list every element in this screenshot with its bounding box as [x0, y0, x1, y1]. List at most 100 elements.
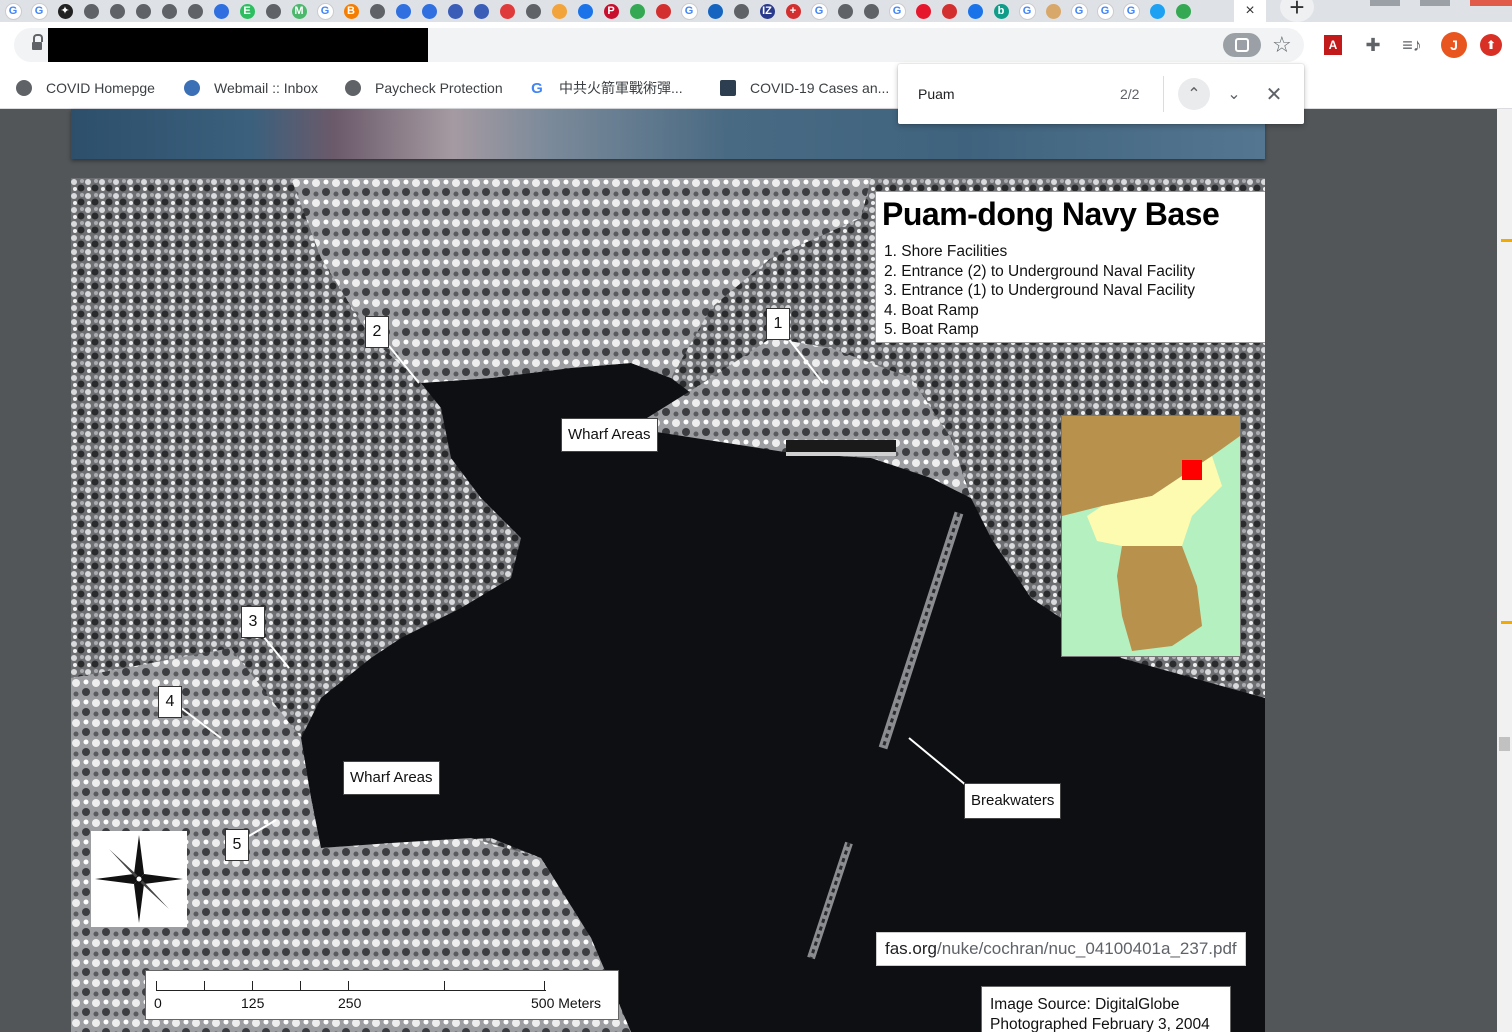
- tab-evernote-icon[interactable]: E: [234, 0, 260, 22]
- tab-iz-icon[interactable]: IZ: [754, 0, 780, 22]
- tab-google-icon[interactable]: G: [676, 0, 702, 22]
- tab-globe-icon[interactable]: [104, 0, 130, 22]
- tab-globe-icon[interactable]: [728, 0, 754, 22]
- find-in-page-icon[interactable]: [1223, 33, 1261, 57]
- bookmark-star-icon[interactable]: ☆: [1272, 32, 1292, 58]
- tab-blue-icon[interactable]: [962, 0, 988, 22]
- lock-icon[interactable]: [32, 34, 43, 51]
- tab-weibo-icon[interactable]: [910, 0, 936, 22]
- legend-item: 4. Boat Ramp: [884, 301, 979, 319]
- tab-blue-icon[interactable]: [572, 0, 598, 22]
- tab-globe-icon[interactable]: [156, 0, 182, 22]
- bookmark-label: COVID Homepge: [46, 80, 155, 96]
- tab-google-icon[interactable]: G: [884, 0, 910, 22]
- tab-globe-icon[interactable]: [858, 0, 884, 22]
- bookmark-covid-cases[interactable]: COVID-19 Cases an...: [720, 68, 889, 108]
- tab-b-icon[interactable]: b: [988, 0, 1014, 22]
- scale-label: 500 Meters: [531, 995, 602, 1011]
- bookmark-covid-homepage[interactable]: COVID Homepge: [16, 68, 155, 108]
- tab-google-icon[interactable]: G: [1066, 0, 1092, 22]
- label-wharf-areas-lower: Wharf Areas: [343, 761, 440, 795]
- update-icon[interactable]: ⬆: [1480, 34, 1502, 56]
- tab-globe-icon[interactable]: [78, 0, 104, 22]
- scale-label: 125: [241, 995, 265, 1011]
- tab-twitter-icon[interactable]: [1144, 0, 1170, 22]
- profile-avatar[interactable]: J: [1441, 32, 1467, 58]
- tab-google-icon[interactable]: G: [312, 0, 338, 22]
- acrobat-extension-icon[interactable]: A: [1322, 34, 1344, 56]
- active-tab-close-button[interactable]: ×: [1234, 0, 1266, 22]
- marker-3: 3: [241, 606, 265, 638]
- tab-pin-icon[interactable]: [494, 0, 520, 22]
- globe-icon: [345, 80, 361, 96]
- image-source-caption: Image Source: DigitalGlobe Photographed …: [981, 986, 1231, 1032]
- find-previous-button[interactable]: ⌃: [1178, 78, 1210, 110]
- label-breakwaters: Breakwaters: [964, 783, 1062, 819]
- tab-red-icon[interactable]: [936, 0, 962, 22]
- tab-orange-icon[interactable]: [546, 0, 572, 22]
- bookmark-rocket-force[interactable]: G 中共火箭軍戰術彈...: [529, 68, 683, 108]
- find-input[interactable]: Puam: [918, 86, 955, 102]
- tab-red-icon[interactable]: [650, 0, 676, 22]
- maximize-button[interactable]: [1420, 0, 1450, 6]
- browser-toolbar: ☆ A ✚ ≡♪ J ⬆: [0, 22, 1512, 68]
- status-url-tooltip: fas.org/nuke/cochran/nuc_04100401a_237.p…: [876, 932, 1246, 966]
- tab-google-icon[interactable]: G: [1118, 0, 1144, 22]
- minimize-button[interactable]: [1370, 0, 1400, 6]
- tab-map-icon[interactable]: [624, 0, 650, 22]
- media-control-icon[interactable]: ≡♪: [1401, 34, 1423, 56]
- tab-baidu-icon[interactable]: [390, 0, 416, 22]
- window-close-button[interactable]: [1470, 0, 1512, 6]
- legend-item: 3. Entrance (1) to Underground Naval Fac…: [884, 282, 1196, 299]
- tab-globe-icon[interactable]: [520, 0, 546, 22]
- webmail-icon: [184, 80, 200, 96]
- tab-globe-icon[interactable]: [182, 0, 208, 22]
- legend-list: 1. Shore Facilities 2. Entrance (2) to U…: [884, 242, 1195, 340]
- tab-blogger-icon[interactable]: B: [338, 0, 364, 22]
- find-close-button[interactable]: ✕: [1258, 78, 1290, 110]
- find-result-mark: [1501, 621, 1512, 624]
- marker-1: 1: [766, 308, 790, 340]
- marker-4: 4: [158, 686, 182, 718]
- tab-google-icon[interactable]: G: [1092, 0, 1118, 22]
- tab-google-icon[interactable]: G: [1014, 0, 1040, 22]
- vertical-scrollbar[interactable]: [1497, 109, 1512, 1032]
- tab-google-icon[interactable]: G: [0, 0, 26, 22]
- new-tab-button[interactable]: +: [1280, 0, 1314, 22]
- tab-globe-icon[interactable]: [364, 0, 390, 22]
- address-bar[interactable]: ☆: [14, 28, 1304, 62]
- tab-map-icon[interactable]: [1170, 0, 1196, 22]
- pdf-page-map: Puam-dong Navy Base 1. Shore Facilities …: [71, 178, 1265, 1032]
- google-icon: G: [531, 79, 543, 97]
- chart-icon: [720, 80, 736, 96]
- scrollbar-thumb[interactable]: [1499, 737, 1510, 751]
- tab-box-icon[interactable]: [1040, 0, 1066, 22]
- legend-item: 1. Shore Facilities: [884, 243, 1008, 260]
- tab-strip: G G ✦ E M G B P G IZ + G Gb G G G G × +: [0, 0, 1512, 22]
- bookmark-paycheck-protection[interactable]: Paycheck Protection: [345, 68, 503, 108]
- tab-globe-icon[interactable]: [832, 0, 858, 22]
- extensions-puzzle-icon[interactable]: ✚: [1362, 34, 1384, 56]
- tab-star-icon[interactable]: ✦: [52, 0, 78, 22]
- tab-globe-icon[interactable]: [130, 0, 156, 22]
- tab-baidu-icon[interactable]: [208, 0, 234, 22]
- tab-p-icon[interactable]: P: [598, 0, 624, 22]
- tab-cross-icon[interactable]: +: [780, 0, 806, 22]
- tab-google-icon[interactable]: G: [806, 0, 832, 22]
- source-line: Photographed February 3, 2004: [990, 1016, 1210, 1032]
- find-next-button[interactable]: ⌄: [1218, 78, 1250, 110]
- tab-google-icon[interactable]: G: [26, 0, 52, 22]
- scale-label: 250: [338, 995, 362, 1011]
- legend-item: 2. Entrance (2) to Underground Naval Fac…: [884, 262, 1196, 280]
- compass-rose-icon: [91, 831, 187, 927]
- korea-inset: [1062, 416, 1240, 656]
- tab-moon-icon[interactable]: [702, 0, 728, 22]
- tab-planet-icon[interactable]: [442, 0, 468, 22]
- inset-locator-map: [1061, 415, 1241, 657]
- bookmark-webmail[interactable]: Webmail :: Inbox: [184, 68, 318, 108]
- tab-mp-icon[interactable]: M: [286, 0, 312, 22]
- tab-globe-icon[interactable]: [260, 0, 286, 22]
- tab-baidu-icon[interactable]: [416, 0, 442, 22]
- url-redacted[interactable]: [48, 28, 428, 62]
- tab-planet-icon[interactable]: [468, 0, 494, 22]
